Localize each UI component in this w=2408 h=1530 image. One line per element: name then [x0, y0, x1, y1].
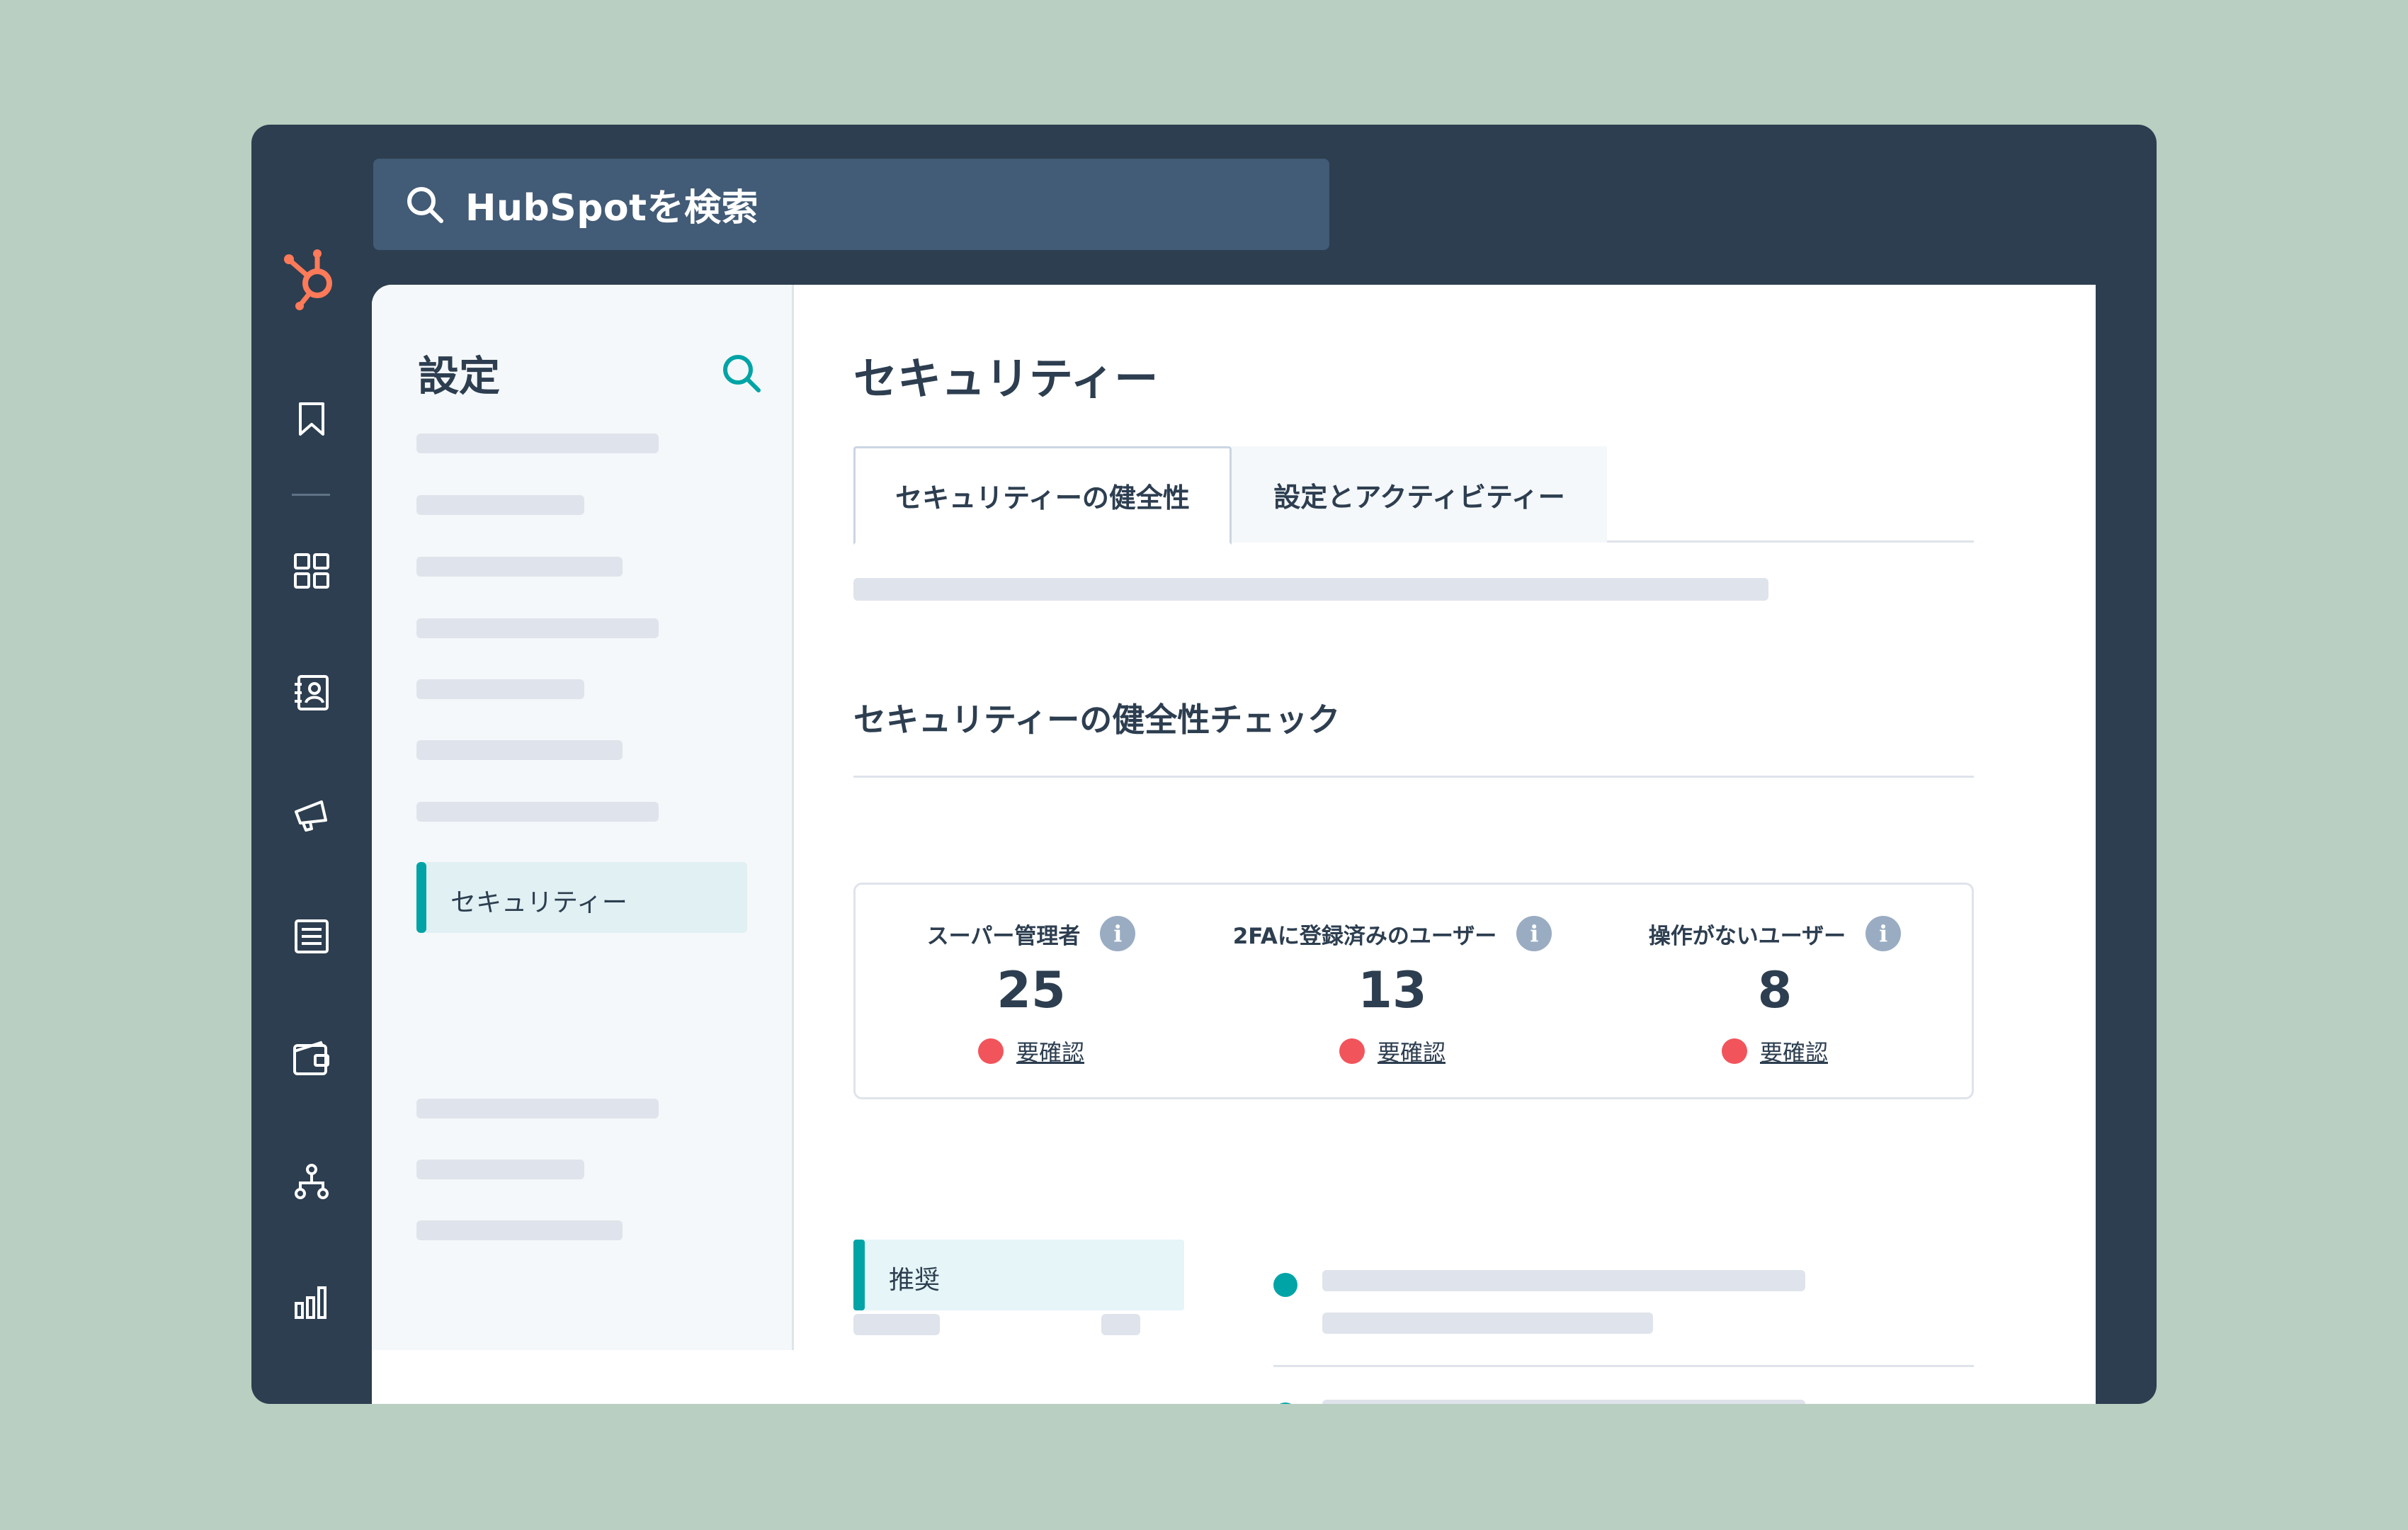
- sidebar-item-placeholder[interactable]: [416, 557, 623, 577]
- bar-chart-icon[interactable]: [289, 1279, 334, 1325]
- sidebar-item-placeholder[interactable]: [416, 1099, 659, 1118]
- recommendation-label: 推奨: [889, 1266, 941, 1295]
- review-link[interactable]: 要確認: [1016, 1035, 1084, 1067]
- section-title: セキュリティーの健全性チェック: [853, 701, 1341, 739]
- recommendation-item[interactable]: 推奨: [853, 1240, 1184, 1310]
- list-item-placeholder: [1322, 1313, 1653, 1334]
- alert-dot-icon: [1721, 1038, 1747, 1064]
- stat-value: 8: [1757, 961, 1793, 1019]
- grid-icon[interactable]: [289, 548, 334, 594]
- info-icon[interactable]: i: [1516, 916, 1552, 951]
- stat-label: 操作がないユーザー: [1648, 923, 1846, 949]
- nav-rail: [251, 125, 372, 1404]
- sidebar-item-placeholder[interactable]: [416, 740, 623, 760]
- sidebar-item-placeholder[interactable]: [416, 434, 659, 453]
- info-icon[interactable]: i: [1100, 916, 1136, 951]
- sidebar-item-placeholder[interactable]: [416, 679, 584, 699]
- stat-super-admins: スーパー管理者 i 25 要確認: [856, 885, 1207, 1097]
- list-item-placeholder: [1322, 1400, 1805, 1404]
- active-indicator: [853, 1240, 865, 1310]
- tab-bar: セキュリティーの健全性 設定とアクティビティー: [853, 446, 1974, 545]
- sidebar-item-placeholder[interactable]: [416, 618, 659, 638]
- stat-2fa-users: 2FAに登録済みのユーザー i 13 要確認: [1207, 885, 1578, 1097]
- list-placeholder: [1101, 1314, 1140, 1335]
- stat-label: 2FAに登録済みのユーザー: [1232, 923, 1497, 949]
- section-divider: [853, 776, 1974, 778]
- hubspot-logo-icon[interactable]: [280, 246, 343, 310]
- app-panel: 設定 セキュリティー セキュリティー セキュリティーの健全性 設定とアクティビテ…: [372, 285, 2096, 1404]
- wallet-icon[interactable]: [289, 1036, 334, 1081]
- sidebar-title: 設定: [418, 352, 501, 400]
- sidebar-item-label: セキュリティー: [450, 888, 627, 917]
- sidebar-item-placeholder[interactable]: [416, 1220, 623, 1240]
- info-icon[interactable]: i: [1865, 916, 1902, 951]
- search-icon[interactable]: [720, 352, 763, 395]
- sidebar-item-placeholder[interactable]: [416, 1160, 584, 1179]
- alert-dot-icon: [977, 1038, 1004, 1064]
- stat-label: スーパー管理者: [926, 923, 1081, 949]
- tab-security-health[interactable]: セキュリティーの健全性: [853, 446, 1232, 545]
- page-title: セキュリティー: [853, 353, 1159, 404]
- stat-value: 13: [1358, 961, 1427, 1019]
- hierarchy-icon[interactable]: [289, 1159, 334, 1204]
- bookmark-icon[interactable]: [289, 397, 334, 442]
- alert-dot-icon: [1339, 1038, 1365, 1064]
- settings-sidebar: 設定 セキュリティー: [372, 285, 794, 1350]
- nav-divider: [292, 494, 330, 496]
- newsletter-icon[interactable]: [289, 914, 334, 959]
- sidebar-item-security[interactable]: セキュリティー: [416, 862, 747, 933]
- active-indicator: [416, 862, 426, 933]
- review-link[interactable]: 要確認: [1378, 1035, 1446, 1067]
- stat-inactive-users: 操作がないユーザー i 8 要確認: [1578, 885, 1972, 1097]
- security-stats-card: スーパー管理者 i 25 要確認 2FAに登録済みのユーザー i 13 要確認 …: [853, 883, 1974, 1099]
- contacts-icon[interactable]: [289, 670, 334, 715]
- tab-settings-activity[interactable]: 設定とアクティビティー: [1232, 446, 1607, 543]
- search-icon: [404, 184, 445, 225]
- stat-value: 25: [996, 961, 1066, 1019]
- sidebar-item-placeholder[interactable]: [416, 495, 584, 515]
- global-search-bar[interactable]: HubSpotを検索: [373, 159, 1329, 250]
- review-link[interactable]: 要確認: [1760, 1035, 1828, 1067]
- bullet-dot-icon: [1273, 1273, 1297, 1297]
- search-placeholder: HubSpotを検索: [465, 187, 759, 230]
- list-divider: [1273, 1365, 1974, 1367]
- list-item-placeholder: [1322, 1270, 1805, 1291]
- sidebar-item-placeholder[interactable]: [416, 802, 659, 822]
- megaphone-icon[interactable]: [289, 792, 334, 837]
- main-content: セキュリティー セキュリティーの健全性 設定とアクティビティー セキュリティーの…: [794, 285, 2096, 1404]
- app-window: HubSpotを検索 設定 セキュリティー セキュリティー セキュリティーの健全…: [251, 125, 2157, 1404]
- list-placeholder: [853, 1314, 940, 1335]
- bullet-dot-icon: [1273, 1402, 1297, 1404]
- description-placeholder: [853, 578, 1768, 601]
